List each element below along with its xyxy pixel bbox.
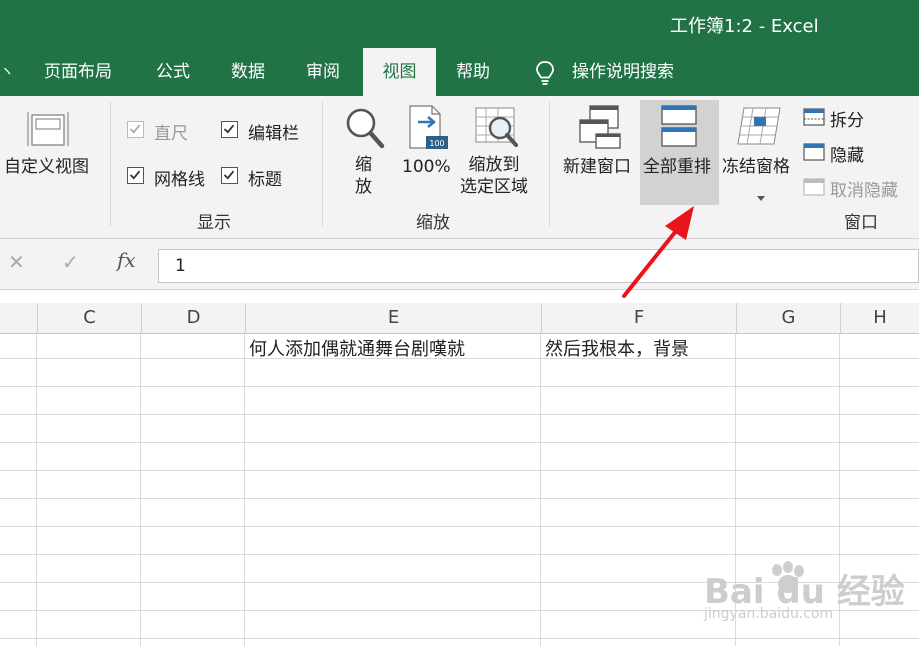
baidu-watermark: Bai du 经验 jingyan.baidu.com [700, 560, 910, 630]
annotation-arrow [622, 206, 694, 298]
watermark-url: jingyan.baidu.com [704, 606, 834, 622]
